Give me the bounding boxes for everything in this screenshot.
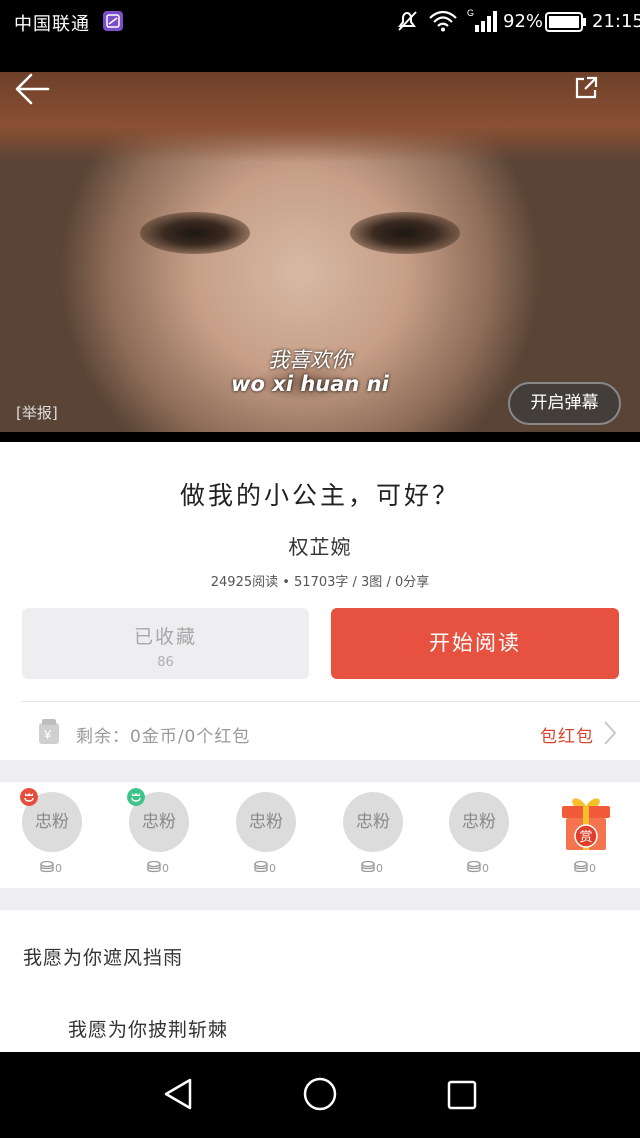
wallet-icon: ¥ [36,718,62,750]
coin-icon [574,860,588,873]
balance-text: 剩余：0金币/0个红包 [76,727,251,747]
reward-coin-count: 0 [589,862,596,875]
fan-avatar: 忠粉 [236,792,296,852]
share-button[interactable] [572,74,600,102]
excerpt-line: 我愿为你披荆斩棘 [68,1019,229,1041]
fan-slot[interactable]: 忠粉 0 [20,788,84,882]
svg-text:¥: ¥ [43,727,52,742]
carrier-name: 中国联通 [14,14,90,35]
back-arrow-icon [15,73,50,105]
book-author[interactable]: 权芷婉 [0,531,640,560]
chevron-right-icon[interactable] [603,720,617,750]
cover-subtitle: 我喜欢你 [268,348,352,372]
report-link[interactable]: [举报] [16,402,58,423]
fan-avatar: 忠粉 [449,792,509,852]
battery-percent: 92% [503,11,544,32]
battery-icon [545,12,587,36]
wifi-icon [428,10,458,36]
back-button[interactable] [14,72,54,106]
triangle-back-icon [164,1078,192,1110]
coin-icon [40,860,54,873]
nav-recents-button[interactable] [446,1079,478,1115]
coin-icon [467,860,481,873]
book-title: 做我的小公主，可好？ [179,481,460,510]
mute-icon [396,10,418,36]
fan-coin-count: 0 [376,862,383,875]
favorite-button[interactable]: 已收藏 86 [22,608,309,679]
start-reading-button[interactable]: 开始阅读 [331,608,619,679]
fan-avatar: 忠粉 [343,792,403,852]
section-gap [0,888,640,910]
fan-slot[interactable]: 忠粉 0 [234,792,298,882]
share-icon [575,76,598,99]
gift-label: 赏 [579,830,592,845]
fan-slot[interactable]: 忠粉 0 [341,792,405,882]
nav-back-button[interactable] [160,1076,196,1116]
reward-gift-button[interactable]: 赏 0 [554,792,618,882]
system-nav-bar [0,1052,640,1138]
coin-icon [254,860,268,873]
gift-icon: 赏 [562,798,610,850]
section-gap [0,760,640,782]
coin-icon [147,860,161,873]
danmaku-toggle-button[interactable]: 开启弹幕 [508,382,621,425]
favorite-count: 86 [157,655,174,670]
balance-row: ¥ 剩余：0金币/0个红包 包红包 [0,702,640,760]
circle-home-icon [303,1077,337,1111]
favorite-label: 已收藏 [133,626,197,648]
square-recents-icon [447,1080,477,1110]
fans-row: 忠粉 0 忠粉 0 忠粉 0 忠粉 0 忠粉 0 赏 0 [0,782,640,888]
status-bar: 中国联通 G 92% 21:15 [0,0,640,44]
excerpt-line: 我愿为你遮风挡雨 [23,947,184,969]
app-notification-icon [103,11,123,31]
fan-coin-count: 0 [162,862,169,875]
fan-badge-green-icon [127,788,145,806]
book-stats: 24925阅读 • 51703字 / 3图 / 0分享 [210,575,430,590]
fan-coin-count: 0 [269,862,276,875]
fan-slot[interactable]: 忠粉 0 [447,792,511,882]
cover-image: 我喜欢你 wo xi huan ni [举报] 开启弹幕 [0,44,640,442]
fan-badge-red-icon [20,788,38,806]
network-type-label: G [467,8,474,18]
send-redpack-link[interactable]: 包红包 [540,722,594,747]
fan-coin-count: 0 [482,862,489,875]
clock: 21:15 [592,11,640,32]
fan-slot[interactable]: 忠粉 0 [127,788,191,882]
coin-icon [361,860,375,873]
signal-icon: G [467,7,501,39]
nav-home-button[interactable] [302,1076,338,1116]
fan-coin-count: 0 [55,862,62,875]
